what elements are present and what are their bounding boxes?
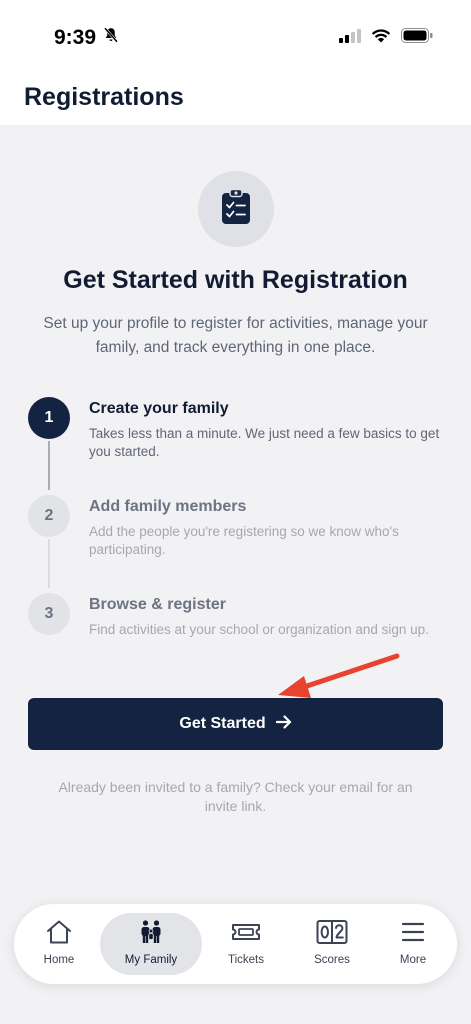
step-description: Add the people you're registering so we …	[89, 524, 399, 557]
get-started-label: Get Started	[179, 715, 266, 732]
header: Registrations	[0, 70, 471, 125]
step-title: Browse & register	[89, 596, 226, 613]
tab-label: My Family	[124, 954, 178, 966]
step-browse-register: 3 Browse & register Find activities at y…	[28, 593, 448, 653]
hero-icon-circle	[198, 171, 274, 247]
tab-label: More	[399, 954, 427, 966]
step-add-members: 2 Add family members Add the people you'…	[28, 495, 448, 593]
tab-scores[interactable]: Scores	[287, 913, 377, 975]
step-create-family: 1 Create your family Takes less than a m…	[28, 397, 448, 495]
bottom-tab-bar: Home My Family Tickets Scores More	[14, 904, 457, 984]
cellular-signal-icon	[339, 28, 361, 48]
step-connector	[48, 441, 50, 490]
step-connector	[48, 539, 50, 588]
clipboard-check-icon	[221, 188, 251, 230]
scoreboard-icon	[316, 919, 348, 950]
tab-more[interactable]: More	[368, 913, 458, 975]
status-time-group: 9:39	[54, 26, 120, 50]
home-icon	[45, 919, 73, 950]
tab-tickets[interactable]: Tickets	[201, 913, 291, 975]
step-number-badge: 2	[28, 495, 70, 537]
tab-my-family[interactable]: My Family	[100, 913, 202, 975]
hero-title: Get Started with Registration	[63, 266, 408, 294]
step-number-badge: 3	[28, 593, 70, 635]
status-time: 9:39	[54, 26, 97, 49]
hero-subtitle: Set up your profile to register for acti…	[43, 315, 428, 356]
status-bar: 9:39	[0, 0, 471, 70]
get-started-button[interactable]: Get Started	[28, 698, 443, 750]
page-title: Registrations	[24, 83, 184, 111]
invite-note: Already been invited to a family? Check …	[58, 779, 413, 814]
arrow-right-icon	[275, 714, 292, 734]
tab-label: Tickets	[228, 954, 264, 966]
status-indicators	[339, 28, 433, 48]
menu-icon	[400, 919, 426, 950]
annotation-arrow-icon	[270, 645, 405, 705]
step-title: Add family members	[89, 498, 247, 515]
step-number-badge: 1	[28, 397, 70, 439]
step-title: Create your family	[89, 400, 229, 417]
tab-label: Home	[43, 954, 75, 966]
tab-home[interactable]: Home	[14, 913, 104, 975]
battery-icon	[401, 28, 433, 48]
step-description: Find activities at your school or organi…	[89, 622, 429, 637]
silent-bell-icon	[102, 26, 120, 50]
wifi-icon	[371, 28, 391, 48]
tab-label: Scores	[314, 954, 350, 966]
ticket-icon	[231, 919, 261, 950]
family-icon	[137, 919, 165, 950]
step-description: Takes less than a minute. We just need a…	[89, 426, 440, 459]
